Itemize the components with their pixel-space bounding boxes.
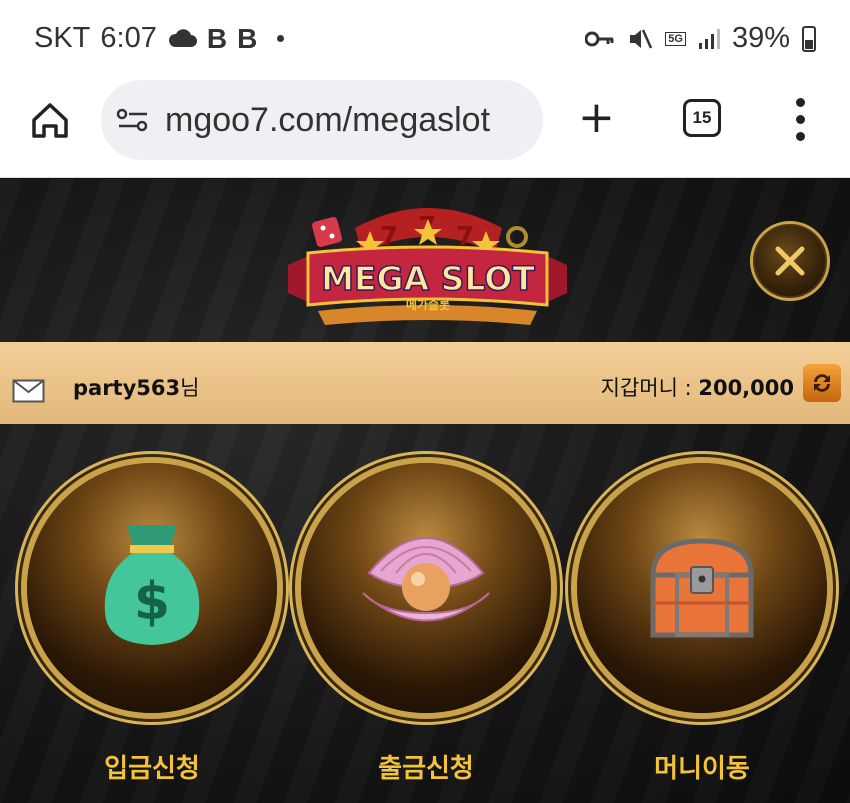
mega-slot-logo: 7 7 7 MEGA SLOT 메가슬롯: [288, 208, 567, 325]
deposit-request-button[interactable]: $: [27, 463, 277, 713]
browser-toolbar: mgoo7.com/megaslot + 15: [0, 80, 850, 178]
refresh-balance-button[interactable]: [803, 364, 841, 402]
signal-icon: [698, 28, 720, 49]
money-bag-icon: $: [104, 525, 200, 645]
network-type-icon: 5G: [665, 31, 686, 46]
site-settings-icon[interactable]: [115, 105, 151, 135]
cloud-icon: [168, 28, 197, 47]
mute-icon: [630, 28, 653, 49]
mail-icon[interactable]: [12, 379, 45, 403]
status-bar: SKT 6:07 B B 5G 39%: [0, 0, 850, 80]
new-tab-button[interactable]: +: [578, 96, 615, 140]
account-info-bar: party563님 지갑머니 : 200,000: [0, 342, 850, 424]
b-app-icon-2: B: [237, 22, 258, 54]
logo-subtitle: 메가슬롯: [406, 297, 450, 312]
battery-percent: 39%: [731, 22, 790, 54]
carrier-label: SKT: [34, 22, 91, 54]
money-transfer-button[interactable]: [577, 463, 827, 713]
treasure-chest-icon: [650, 538, 754, 638]
close-button[interactable]: [750, 221, 830, 301]
url-text[interactable]: mgoo7.com/megaslot: [165, 101, 490, 140]
username: party563: [73, 376, 181, 400]
refresh-icon: [814, 374, 830, 392]
money-transfer-label[interactable]: 머니이동: [577, 748, 827, 785]
close-icon: [775, 246, 805, 276]
withdrawal-request-button[interactable]: [301, 463, 551, 713]
wallet-amount: 200,000: [698, 376, 794, 400]
home-icon[interactable]: [28, 98, 72, 142]
logo-text: MEGA SLOT: [321, 259, 535, 298]
battery-icon: [802, 25, 816, 52]
wallet-page: 7 7 7 MEGA SLOT 메가슬롯 party563님 지갑머니 : 20…: [0, 179, 850, 803]
pearl-shell-icon: [362, 537, 490, 622]
clock: 6:07: [100, 22, 157, 54]
username-label: party563님: [73, 372, 199, 402]
tab-switcher-button[interactable]: 15: [683, 99, 721, 137]
b-app-icon: B: [206, 22, 228, 54]
wallet-balance: 지갑머니 : 200,000: [601, 372, 794, 402]
honorific: 님: [180, 376, 200, 400]
key-icon: [585, 31, 614, 46]
svg-text:$: $: [134, 572, 170, 632]
more-notifications-icon: [277, 35, 285, 42]
address-bar[interactable]: mgoo7.com/megaslot: [101, 80, 543, 160]
wallet-label: 지갑머니 :: [600, 376, 699, 400]
deposit-request-label[interactable]: 입금신청: [27, 748, 277, 785]
withdrawal-request-label[interactable]: 출금신청: [301, 748, 551, 785]
overflow-menu-icon[interactable]: [795, 98, 805, 142]
